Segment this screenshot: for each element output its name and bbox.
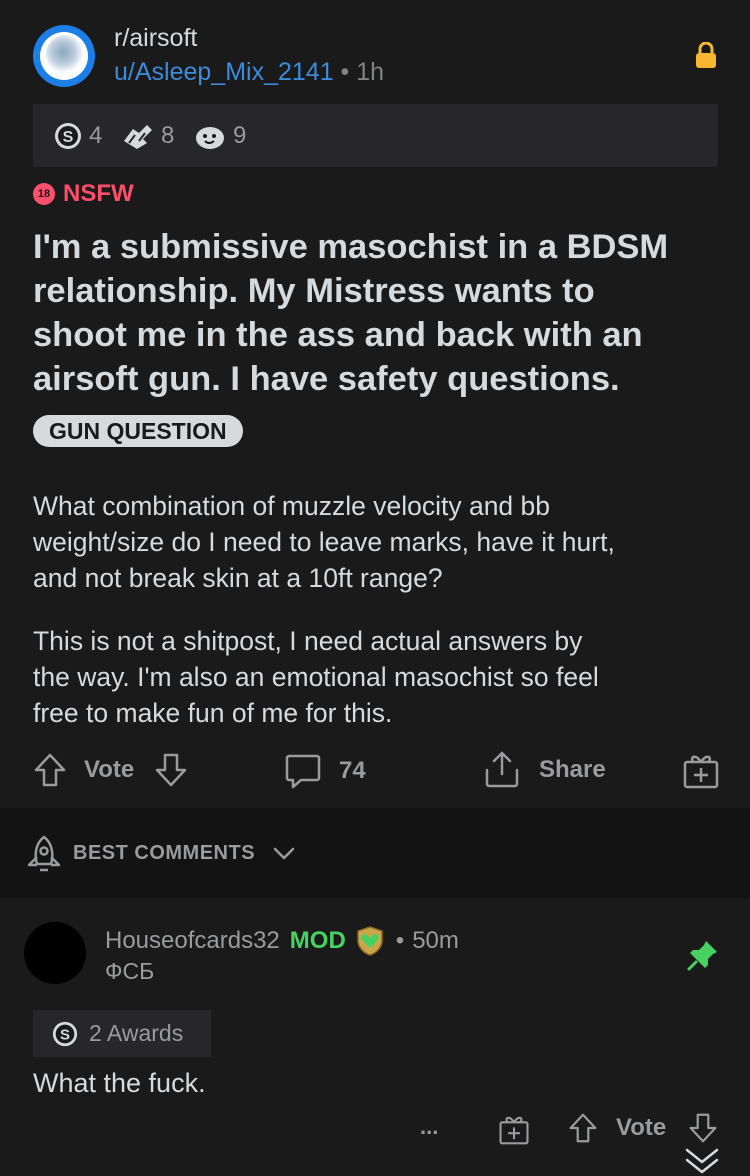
gift-award-icon: [683, 755, 719, 789]
comment-upvote-button[interactable]: [568, 1112, 598, 1144]
comments-button[interactable]: 74: [284, 752, 366, 790]
post-meta: u/Asleep_Mix_2141 • 1h: [114, 58, 384, 87]
silver-award-icon: S: [52, 1021, 78, 1046]
subreddit-avatar[interactable]: [33, 25, 95, 87]
post-title[interactable]: I'm a submissive masochist in a BDSM rel…: [33, 225, 723, 401]
nsfw-label: NSFW: [63, 180, 134, 207]
user-flair: ФСБ: [105, 958, 155, 984]
award-count: 8: [161, 122, 175, 149]
awards-count-label: 2 Awards: [89, 1020, 184, 1046]
comment-meta: Houseofcards32 MOD • 50m: [105, 925, 459, 957]
comment-card: Houseofcards32 MOD • 50m ФСБ S 2 Awards …: [0, 898, 750, 1176]
comment-age: 50m: [412, 927, 459, 954]
give-award-button[interactable]: [682, 750, 720, 790]
give-award-button[interactable]: [498, 1112, 530, 1146]
title-line: relationship. My Mistress wants to: [33, 272, 595, 310]
commenter-avatar[interactable]: [24, 922, 86, 984]
upvote-button[interactable]: [33, 752, 67, 788]
title-line: airsoft gun. I have safety questions.: [33, 360, 620, 398]
title-line: shoot me in the ass and back with an: [33, 316, 643, 354]
mod-badge: MOD: [289, 927, 346, 954]
mod-shield-icon: [357, 926, 383, 956]
post-body-paragraph: What combination of muzzle velocity and …: [33, 488, 723, 596]
chevron-down-icon: [273, 847, 295, 860]
downvote-button[interactable]: [154, 752, 188, 788]
comment-count: 74: [339, 757, 366, 784]
share-icon: [485, 751, 519, 788]
comment-awards[interactable]: S 2 Awards: [33, 1010, 211, 1057]
title-line: I'm a submissive masochist in a BDSM: [33, 228, 669, 266]
upvote-arrow-icon: [34, 753, 66, 787]
avatar-image: [46, 35, 84, 73]
post-body-paragraph: This is not a shitpost, I need actual an…: [33, 623, 723, 731]
body-line: and not break skin at a 10ft range?: [33, 563, 443, 593]
body-line: free to make fun of me for this.: [33, 698, 393, 728]
post-author[interactable]: u/Asleep_Mix_2141: [114, 58, 334, 86]
post-flair[interactable]: GUN QUESTION: [33, 415, 243, 447]
meta-separator: •: [340, 58, 350, 86]
post-card: r/airsoft u/Asleep_Mix_2141 • 1h S 4 8 9…: [0, 0, 750, 808]
share-button[interactable]: Share: [483, 750, 606, 790]
post-action-bar: Vote 74 Share: [0, 740, 750, 800]
subreddit-name[interactable]: r/airsoft: [114, 24, 197, 53]
award-silver: S 4: [53, 119, 102, 153]
share-label: Share: [539, 756, 606, 783]
award-count: 4: [89, 122, 103, 149]
comment-action-bar: ... Vote: [0, 1108, 750, 1152]
body-line: This is not a shitpost, I need actual an…: [33, 626, 583, 656]
svg-text:S: S: [60, 1026, 70, 1043]
nsfw-18-icon: 18: [33, 183, 55, 205]
silver-award-icon: S: [55, 123, 81, 149]
vote-label: Vote: [84, 756, 135, 783]
body-line: the way. I'm also an emotional masochist…: [33, 662, 599, 692]
helpful-hands-award-icon: [124, 125, 152, 149]
gift-award-icon: [499, 1116, 529, 1145]
sort-label: BEST COMMENTS: [73, 842, 256, 864]
wholesome-award-icon: [196, 127, 224, 149]
award-wholesome: 9: [193, 119, 246, 153]
more-options-button[interactable]: ...: [420, 1114, 438, 1140]
collapse-chevron-icon[interactable]: [684, 1146, 720, 1176]
downvote-arrow-icon: [689, 1113, 717, 1143]
body-line: weight/size do I need to leave marks, ha…: [33, 527, 615, 557]
post-awards-bar[interactable]: S 4 8 9: [33, 104, 718, 167]
comment-body: What the fuck.: [33, 1068, 206, 1098]
rocket-icon: [27, 835, 61, 872]
comment-author[interactable]: Houseofcards32: [105, 927, 280, 955]
award-count: 9: [233, 122, 247, 149]
nsfw-tag: 18 NSFW: [33, 180, 134, 208]
body-line: What combination of muzzle velocity and …: [33, 491, 551, 521]
comments-sort-bar[interactable]: BEST COMMENTS: [0, 808, 750, 899]
comment-downvote-button[interactable]: [688, 1112, 718, 1144]
post-age: 1h: [356, 58, 385, 86]
pin-icon: [687, 941, 717, 971]
award-helpful-hands: 8: [121, 119, 174, 153]
lock-icon: [696, 42, 716, 68]
upvote-arrow-icon: [569, 1113, 597, 1143]
downvote-arrow-icon: [155, 753, 187, 787]
svg-text:S: S: [63, 129, 74, 146]
comment-bubble-icon: [285, 754, 321, 789]
meta-separator: •: [395, 927, 405, 954]
comment-vote-label: Vote: [616, 1114, 667, 1141]
